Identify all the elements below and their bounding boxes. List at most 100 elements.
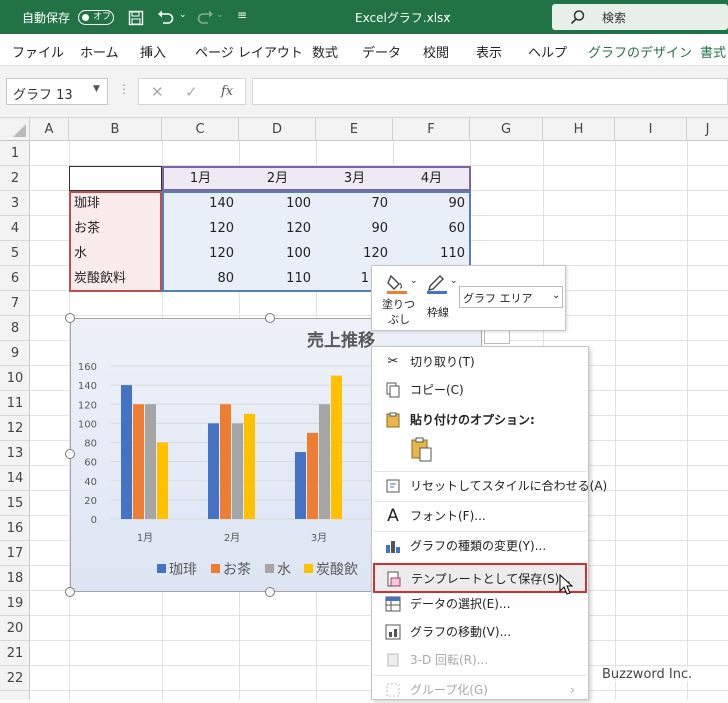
menu-separator (374, 675, 586, 676)
row-header[interactable]: 7 (0, 291, 30, 316)
row-header[interactable]: 19 (0, 591, 30, 616)
resize-handle[interactable] (265, 313, 275, 323)
menu-item-reset-style[interactable]: リセットしてスタイルに合わせる(A) (372, 473, 607, 499)
bar[interactable] (295, 452, 306, 519)
search-box[interactable]: 検索 (552, 4, 728, 30)
row-header[interactable]: 13 (0, 441, 30, 466)
tab-review[interactable]: 校閲 (423, 42, 449, 61)
column-header[interactable]: D (239, 118, 316, 141)
tab-file[interactable]: ファイル (12, 42, 64, 61)
formula-input[interactable] (252, 78, 728, 105)
menu-separator (374, 471, 586, 472)
row-header[interactable]: 1 (0, 141, 30, 166)
column-header[interactable]: H (543, 118, 615, 141)
menu-item-copy[interactable]: コピー(C) (372, 377, 588, 403)
row-header[interactable]: 4 (0, 216, 30, 241)
bar[interactable] (307, 432, 318, 519)
bar[interactable] (232, 423, 243, 519)
formula-bar-area: グラフ 13 ▼ ⋮ ✕ ✓ fx (0, 66, 728, 118)
name-box[interactable]: グラフ 13 ▼ (6, 78, 108, 105)
title-dropdown-icon[interactable]: ⌄ (444, 9, 452, 20)
redo-icon[interactable] (196, 9, 214, 25)
column-header[interactable]: F (393, 118, 470, 141)
resize-handle[interactable] (65, 587, 75, 597)
title-bar: 自動保存 オフ ⌄ ⌄ ≡ Excelグラフ.xlsx ⌄ 検索 (0, 0, 728, 34)
menu-separator (374, 501, 586, 502)
menu-item-cut[interactable]: ✂ 切り取り(T) (372, 349, 588, 375)
tab-formulas[interactable]: 数式 (312, 42, 338, 61)
menu-item-change-chart-type[interactable]: グラフの種類の変更(Y)... (372, 533, 588, 559)
chart-element-select[interactable]: グラフ エリア ⌄ (459, 286, 563, 308)
row-header[interactable]: 18 (0, 566, 30, 591)
tab-insert[interactable]: 挿入 (140, 42, 166, 61)
table-corner-cell[interactable] (69, 166, 162, 191)
column-header[interactable]: J (687, 118, 728, 141)
bar[interactable] (133, 404, 144, 519)
customize-qat-icon[interactable]: ≡ (237, 8, 247, 22)
row-header[interactable]: 22 (0, 666, 30, 691)
column-header[interactable]: A (30, 118, 69, 141)
tab-help[interactable]: ヘルプ (528, 42, 567, 61)
row-header[interactable]: 3 (0, 191, 30, 216)
bar[interactable] (220, 404, 231, 519)
save-icon[interactable] (128, 10, 144, 26)
bar[interactable] (121, 385, 132, 519)
bar[interactable] (331, 375, 342, 519)
menu-item-label: テンプレートとして保存(S)... (411, 572, 571, 586)
fill-bucket-icon[interactable] (386, 272, 408, 294)
row-header[interactable]: 14 (0, 466, 30, 491)
column-header[interactable]: I (615, 118, 687, 141)
redo-dropdown-icon[interactable]: ⌄ (216, 10, 224, 20)
column-header[interactable]: E (316, 118, 393, 141)
autosave-toggle[interactable]: オフ (78, 10, 114, 25)
row-header[interactable]: 5 (0, 241, 30, 266)
tab-data[interactable]: データ (362, 42, 401, 61)
name-box-dropdown-icon[interactable]: ▼ (93, 84, 100, 94)
paste-option-icon[interactable] (410, 437, 434, 463)
bar[interactable] (145, 404, 156, 519)
column-header[interactable]: C (162, 118, 239, 141)
row-header[interactable]: 2 (0, 166, 30, 191)
tab-view[interactable]: 表示 (476, 42, 502, 61)
row-header[interactable]: 15 (0, 491, 30, 516)
menu-item-font[interactable]: A フォント(F)... (372, 503, 588, 529)
outline-dropdown-icon[interactable]: ⌄ (450, 276, 458, 286)
resize-handle[interactable] (65, 313, 75, 323)
row-header[interactable]: 21 (0, 641, 30, 666)
row-header[interactable]: 12 (0, 416, 30, 441)
column-header[interactable]: G (470, 118, 543, 141)
row-header[interactable]: 6 (0, 266, 30, 291)
search-placeholder: 検索 (602, 11, 627, 25)
undo-icon[interactable] (157, 9, 175, 25)
bar[interactable] (244, 413, 255, 519)
row-header[interactable]: 16 (0, 516, 30, 541)
select-all-corner[interactable] (0, 118, 30, 141)
row-header[interactable]: 17 (0, 541, 30, 566)
menu-item-label: データの選択(E)... (410, 597, 511, 611)
menu-item-select-data[interactable]: データの選択(E)... (372, 591, 588, 617)
menu-item-save-as-template[interactable]: テンプレートとして保存(S)... (373, 563, 587, 593)
row-header[interactable]: 10 (0, 366, 30, 391)
row-header[interactable]: 11 (0, 391, 30, 416)
tab-format[interactable]: 書式 (700, 42, 726, 61)
row-header[interactable]: 8 (0, 316, 30, 341)
enter-icon[interactable]: ✓ (185, 83, 198, 101)
tab-page-layout[interactable]: ページ レイアウト (195, 42, 303, 61)
bar[interactable] (208, 423, 219, 519)
tab-chart-design[interactable]: グラフのデザイン (588, 42, 692, 61)
undo-dropdown-icon[interactable]: ⌄ (179, 10, 187, 20)
tab-home[interactable]: ホーム (80, 42, 119, 61)
menu-item-move-chart[interactable]: グラフの移動(V)... (372, 619, 588, 645)
row-header[interactable]: 9 (0, 341, 30, 366)
resize-handle[interactable] (65, 449, 75, 459)
bar[interactable] (157, 442, 168, 520)
outline-pen-icon[interactable] (426, 272, 448, 294)
bar[interactable] (319, 404, 330, 519)
cancel-icon[interactable]: ✕ (151, 83, 164, 101)
clipboard-icon (384, 412, 402, 428)
fill-dropdown-icon[interactable]: ⌄ (410, 276, 418, 286)
column-header[interactable]: B (69, 118, 162, 141)
resize-handle[interactable] (265, 587, 275, 597)
insert-function-icon[interactable]: fx (221, 84, 233, 99)
row-header[interactable]: 20 (0, 616, 30, 641)
